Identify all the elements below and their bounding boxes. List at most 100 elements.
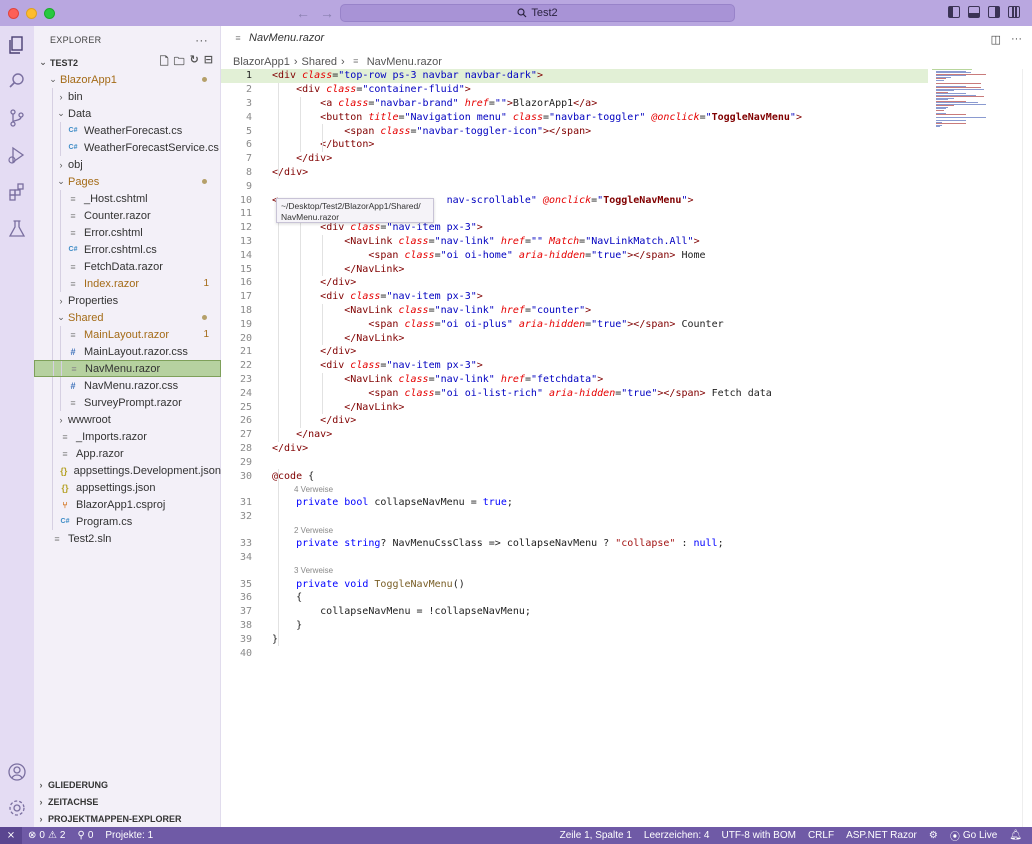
code-line[interactable]: 2 <div class="container-fluid"> [221,83,928,97]
file-item[interactable]: ≡ FetchData.razor [34,258,221,275]
file-item[interactable]: ≡ Error.cshtml [34,224,221,241]
file-item[interactable]: ≡ SurveyPrompt.razor [34,394,221,411]
minimap[interactable] [930,69,1022,129]
folder-item[interactable]: › bin [34,88,221,105]
code-line[interactable]: 16 </div> [221,276,928,290]
file-item[interactable]: {} appsettings.json [34,479,221,496]
toggle-secondary-sidebar-icon[interactable] [988,6,1000,18]
code-line[interactable]: 21 </div> [221,345,928,359]
toggle-primary-sidebar-icon[interactable] [948,6,960,18]
code-line[interactable]: 26 </div> [221,414,928,428]
file-item[interactable]: ⑂ BlazorApp1.csproj [34,496,221,513]
file-item[interactable]: C# WeatherForecastService.cs [34,139,221,156]
code-line[interactable]: 30 @code { [221,469,928,483]
code-editor[interactable]: 1 <div class="top-row ps-3 navbar navbar-… [221,69,928,659]
line-ending[interactable]: CRLF [802,830,840,841]
code-line[interactable]: 28 </div> [221,442,928,456]
folder-item[interactable]: ⌄ Data [34,105,221,122]
folder-item[interactable]: › obj [34,156,221,173]
codelens-references[interactable]: 3 Verweise [294,566,333,578]
source-control-icon[interactable] [6,107,28,129]
account-icon[interactable] [6,761,28,783]
file-item[interactable]: # NavMenu.razor.css [34,377,221,394]
code-line[interactable]: 7 </div> [221,152,928,166]
customize-layout-icon[interactable] [1008,6,1020,18]
code-line[interactable]: 33 private string? NavMenuCssClass => co… [221,537,928,551]
code-line[interactable]: 14 <span class="oi oi-home" aria-hidden=… [221,248,928,262]
code-line[interactable]: 17 <div class="nav-item px-3"> [221,290,928,304]
code-line[interactable]: 29 [221,455,928,469]
code-line[interactable]: 24 <span class="oi oi-list-rich" aria-hi… [221,386,928,400]
breadcrumb-item[interactable]: Shared [302,56,337,68]
run-debug-icon[interactable] [6,144,28,166]
collapse-all-icon[interactable]: ⊟ [204,53,213,72]
feedback-icon[interactable]: ⚙ [923,830,944,841]
close-window-button[interactable] [8,8,19,19]
code-line[interactable]: 6 </button> [221,138,928,152]
folder-item[interactable]: ⌄ Shared [34,309,221,326]
codelens-references[interactable]: 4 Verweise [294,485,333,497]
code-line[interactable]: 9 [221,179,928,193]
forward-arrow-icon[interactable]: → [320,5,334,21]
refresh-icon[interactable]: ↻ [190,53,199,72]
toggle-panel-icon[interactable] [968,6,980,18]
file-item[interactable]: ≡ NavMenu.razor [34,360,221,377]
new-folder-icon[interactable]: 🗀 [174,53,185,72]
breadcrumb-item[interactable]: NavMenu.razor [367,56,442,68]
codelens-references[interactable]: 2 Verweise [294,526,333,538]
extensions-icon[interactable] [6,181,28,203]
timeline-section[interactable]: › ZEITACHSE [34,793,221,810]
code-line[interactable]: 38 } [221,619,928,633]
problems-indicator[interactable]: ⊗ 0 ⚠ 2 [22,830,71,841]
file-item[interactable]: ≡ App.razor [34,445,221,462]
code-line[interactable]: 23 <NavLink class="nav-link" href="fetch… [221,373,928,387]
workspace-root[interactable]: ⌄ TEST2 🗋 🗀 ↻ ⊟ [34,54,221,71]
testing-icon[interactable] [6,218,28,240]
code-line[interactable]: 31 private bool collapseNavMenu = true; [221,496,928,510]
file-item[interactable]: ≡ Test2.sln [34,530,221,547]
file-item[interactable]: ≡ Index.razor 1 [34,275,221,292]
code-line[interactable]: 22 <div class="nav-item px-3"> [221,359,928,373]
outline-section[interactable]: › GLIEDERUNG [34,776,221,793]
indentation[interactable]: Leerzeichen: 4 [638,830,716,841]
file-item[interactable]: ≡ _Imports.razor [34,428,221,445]
code-line[interactable]: 36 { [221,591,928,605]
search-icon[interactable] [6,70,28,92]
new-file-icon[interactable]: 🗋 [160,53,169,72]
code-line[interactable]: 20 </NavLink> [221,331,928,345]
code-line[interactable]: 34 [221,550,928,564]
folder-item[interactable]: ⌄ BlazorApp1 [34,71,221,88]
ports-indicator[interactable]: ⚲ 0 [71,830,99,841]
projects-indicator[interactable]: Projekte: 1 [99,830,159,841]
code-line[interactable]: 40 [221,646,928,660]
command-center-search[interactable]: Test2 [340,4,735,22]
folder-item[interactable]: › Properties [34,292,221,309]
cursor-position[interactable]: Zeile 1, Spalte 1 [554,830,638,841]
file-item[interactable]: C# Program.cs [34,513,221,530]
code-line[interactable]: 19 <span class="oi oi-plus" aria-hidden=… [221,317,928,331]
more-actions-icon[interactable]: ··· [1011,33,1022,46]
folder-item[interactable]: ⌄ Pages [34,173,221,190]
minimize-window-button[interactable] [26,8,37,19]
code-line[interactable]: 4 <button title="Navigation menu" class=… [221,110,928,124]
split-editor-icon[interactable]: ◫ [991,33,1001,46]
tab-navmenu-razor[interactable]: ≡ NavMenu.razor [231,32,324,44]
back-arrow-icon[interactable]: ← [296,5,310,21]
solution-explorer-section[interactable]: › PROJEKTMAPPEN-EXPLORER [34,810,221,827]
folder-item[interactable]: › wwwroot [34,411,221,428]
code-line[interactable]: 37 collapseNavMenu = !collapseNavMenu; [221,605,928,619]
code-line[interactable]: 18 <NavLink class="nav-link" href="count… [221,304,928,318]
file-item[interactable]: # MainLayout.razor.css [34,343,221,360]
breadcrumb-item[interactable]: BlazorApp1 [233,56,290,68]
code-line[interactable]: 35 private void ToggleNavMenu() [221,577,928,591]
notifications-bell-icon[interactable]: 🔔︎ [1003,830,1032,841]
more-actions-icon[interactable]: ··· [195,33,208,47]
file-item[interactable]: C# Error.cshtml.cs [34,241,221,258]
file-item[interactable]: ≡ MainLayout.razor 1 [34,326,221,343]
code-line[interactable]: 13 <NavLink class="nav-link" href="" Mat… [221,235,928,249]
zoom-window-button[interactable] [44,8,55,19]
file-item[interactable]: {} appsettings.Development.json [34,462,221,479]
code-line[interactable]: 25 </NavLink> [221,400,928,414]
explorer-icon[interactable] [6,34,28,56]
file-item[interactable]: ≡ Counter.razor [34,207,221,224]
